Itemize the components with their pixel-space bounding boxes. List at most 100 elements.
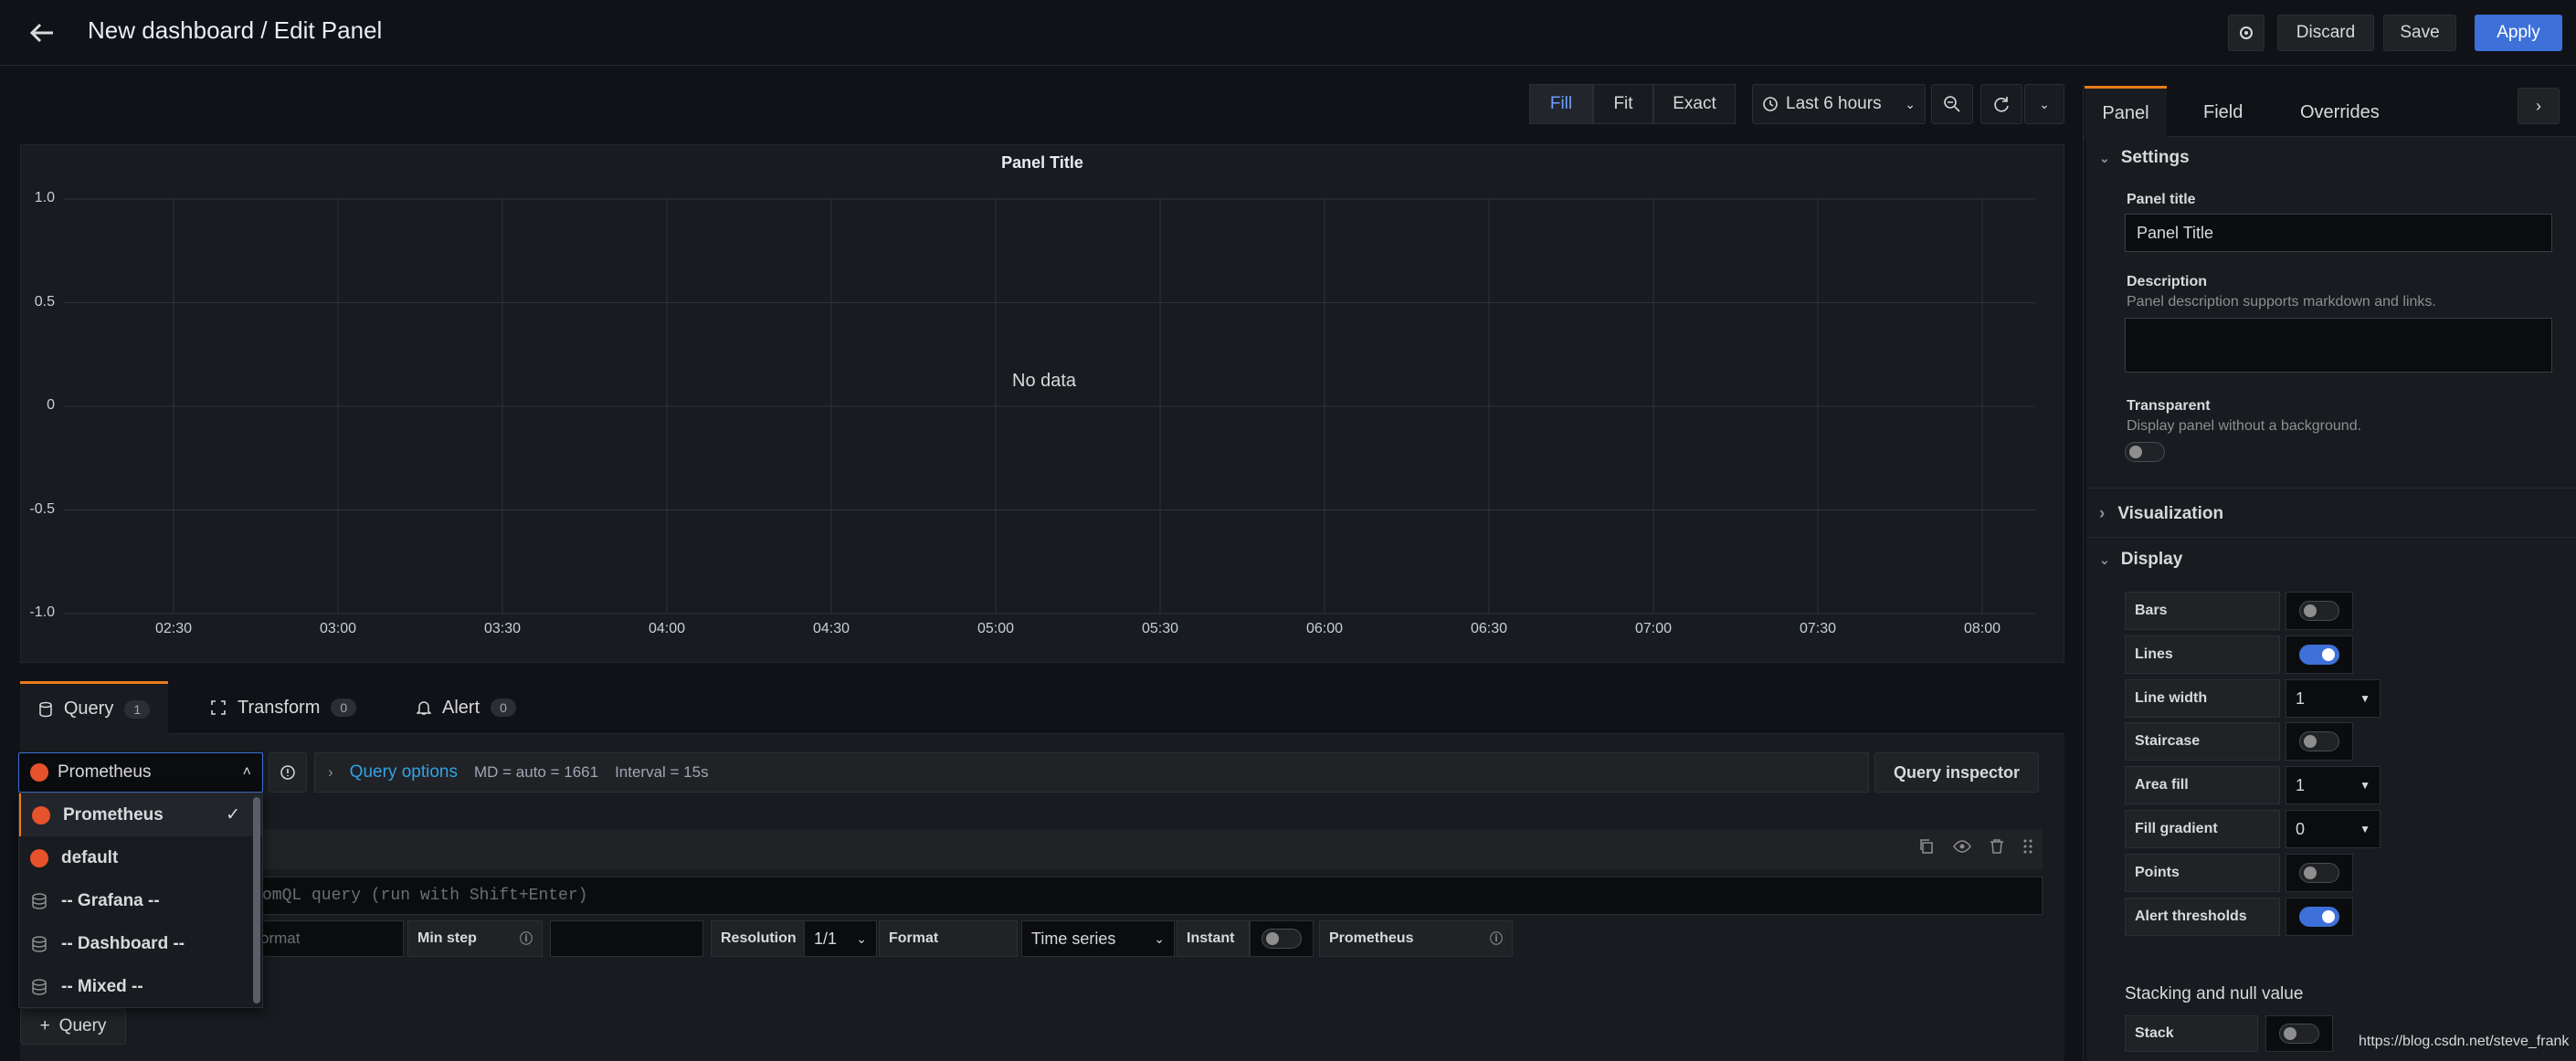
chevron-up-icon: ˄ — [242, 764, 251, 780]
copy-icon[interactable] — [1918, 838, 1935, 855]
settings-section-header[interactable]: ⌄ Settings — [2099, 148, 2190, 168]
display-toggle[interactable] — [2299, 907, 2339, 927]
apply-button[interactable]: Apply — [2475, 15, 2562, 51]
min-step-label: Min step ⓘ — [407, 920, 543, 957]
display-row-label: Fill gradient — [2125, 810, 2280, 848]
display-select[interactable]: 1 ▼ — [2286, 679, 2381, 718]
x-tick-label: 07:30 — [1799, 621, 1837, 636]
chevron-right-icon: › — [2536, 96, 2541, 115]
tab-overrides[interactable]: Overrides — [2300, 86, 2380, 139]
visualization-section-header[interactable]: › Visualization — [2099, 504, 2223, 524]
datasource-value: Prometheus — [58, 762, 152, 782]
format-label: Format — [879, 920, 1018, 957]
display-toggle[interactable] — [2299, 645, 2339, 665]
datasource-option-label: default — [61, 847, 119, 867]
stack-toggle[interactable] — [2279, 1024, 2319, 1044]
description-help: Panel description supports markdown and … — [2127, 294, 2436, 310]
query-options-toggle[interactable]: Query options — [350, 762, 458, 783]
description-textarea[interactable] — [2125, 318, 2552, 373]
datasource-option-label: Prometheus — [63, 804, 164, 825]
resolution-label: Resolution — [711, 920, 806, 957]
datasource-help-button[interactable] — [269, 752, 307, 793]
instant-toggle[interactable] — [1262, 929, 1302, 949]
panel-title-input[interactable]: Panel Title — [2125, 214, 2552, 252]
query-inspector-button[interactable]: Query inspector — [1874, 752, 2039, 793]
tab-transform-count: 0 — [331, 699, 357, 717]
tab-panel[interactable]: Panel — [2085, 86, 2167, 139]
datasource-option-mixed[interactable]: -- Mixed -- — [19, 965, 262, 1008]
x-tick-label: 05:30 — [1141, 621, 1179, 636]
tab-alert[interactable]: Alert 0 — [417, 681, 516, 734]
display-select[interactable]: 1 ▼ — [2286, 766, 2381, 804]
display-toggle[interactable] — [2299, 863, 2339, 883]
x-tick-label: 06:30 — [1470, 621, 1508, 636]
legend-format-placeholder: ormat — [260, 930, 301, 947]
resolution-value: 1/1 — [814, 929, 838, 948]
database-icon — [32, 935, 47, 952]
chevron-down-icon: ⌄ — [1154, 930, 1165, 946]
caret-down-icon: ▼ — [2360, 779, 2370, 792]
interval-info: Interval = 15s — [615, 763, 709, 781]
discard-button[interactable]: Discard — [2277, 15, 2374, 51]
watermark: https://blog.csdn.net/steve_frank — [2359, 1034, 2570, 1049]
query-input[interactable]: omQL query (run with Shift+Enter) — [20, 877, 2043, 915]
datasource-option-prometheus[interactable]: Prometheus ✓ — [19, 793, 262, 836]
divider — [2086, 537, 2576, 538]
tab-alert-count: 0 — [491, 699, 516, 717]
info-icon: ⓘ — [520, 931, 533, 946]
check-icon: ✓ — [226, 805, 240, 825]
drag-handle-icon[interactable] — [2022, 838, 2033, 855]
resolution-select[interactable]: 1/1 ⌄ — [804, 920, 877, 957]
chevron-down-icon: ⌄ — [2099, 150, 2110, 165]
eye-icon[interactable] — [1953, 838, 1971, 855]
x-tick-label: 02:30 — [154, 621, 193, 636]
tab-query[interactable]: Query 1 — [20, 681, 168, 734]
add-query-label: Query — [58, 1016, 107, 1035]
display-toggle[interactable] — [2299, 731, 2339, 751]
min-step-input[interactable] — [550, 920, 703, 957]
datasource-picker[interactable]: Prometheus ˄ — [18, 752, 263, 793]
display-row-label: Staircase — [2125, 722, 2280, 761]
x-tick-label: 08:00 — [1963, 621, 2001, 636]
y-tick-label: -1.0 — [29, 604, 55, 620]
stacking-section-label: Stacking and null value — [2125, 984, 2304, 1003]
display-select-value: 1 — [2296, 688, 2306, 708]
scrollbar[interactable] — [253, 797, 260, 1003]
x-tick-label: 07:00 — [1634, 621, 1673, 636]
x-tick-label: 04:30 — [812, 621, 850, 636]
stack-toggle-cell — [2265, 1015, 2333, 1052]
x-tick-label: 04:00 — [648, 621, 686, 636]
transparent-toggle[interactable] — [2125, 442, 2165, 462]
display-row-label: Bars — [2125, 592, 2280, 630]
trash-icon[interactable] — [1990, 838, 2004, 855]
prometheus-link-cell[interactable]: Prometheus ⓘ — [1319, 920, 1513, 957]
collapse-options-button[interactable]: › — [2518, 88, 2560, 124]
tab-transform[interactable]: Transform 0 — [210, 681, 357, 734]
save-button[interactable]: Save — [2383, 15, 2456, 51]
display-toggle[interactable] — [2299, 601, 2339, 621]
instant-toggle-cell — [1250, 920, 1314, 957]
prometheus-link-text: Prometheus — [1329, 930, 1414, 946]
datasource-option-label: -- Mixed -- — [61, 976, 143, 996]
add-query-button[interactable]: + Query — [20, 1008, 126, 1045]
format-select[interactable]: Time series ⌄ — [1021, 920, 1175, 957]
settings-button[interactable] — [2228, 15, 2265, 51]
display-toggle-cell — [2286, 854, 2353, 892]
tab-query-label: Query — [63, 699, 114, 719]
x-tick-label: 05:00 — [977, 621, 1015, 636]
panel-title-label: Panel title — [2127, 192, 2196, 207]
display-select[interactable]: 0 ▼ — [2286, 810, 2381, 848]
datasource-menu: Prometheus ✓ default -- Grafana -- -- Da… — [18, 793, 263, 1008]
y-tick-label: 0.5 — [34, 293, 55, 310]
transform-icon — [211, 700, 226, 715]
transparent-help: Display panel without a background. — [2127, 418, 2362, 434]
tab-field[interactable]: Field — [2203, 86, 2243, 139]
datasource-option-dashboard[interactable]: -- Dashboard -- — [19, 922, 262, 965]
query-row-header — [20, 829, 2043, 869]
no-data-text: No data — [1012, 371, 1077, 391]
query-row-actions — [1918, 838, 2033, 855]
display-section-header[interactable]: ⌄ Display — [2099, 550, 2182, 570]
datasource-option-grafana[interactable]: -- Grafana -- — [19, 879, 262, 922]
display-row-label: Alert thresholds — [2125, 898, 2280, 936]
datasource-option-default[interactable]: default — [19, 836, 262, 879]
